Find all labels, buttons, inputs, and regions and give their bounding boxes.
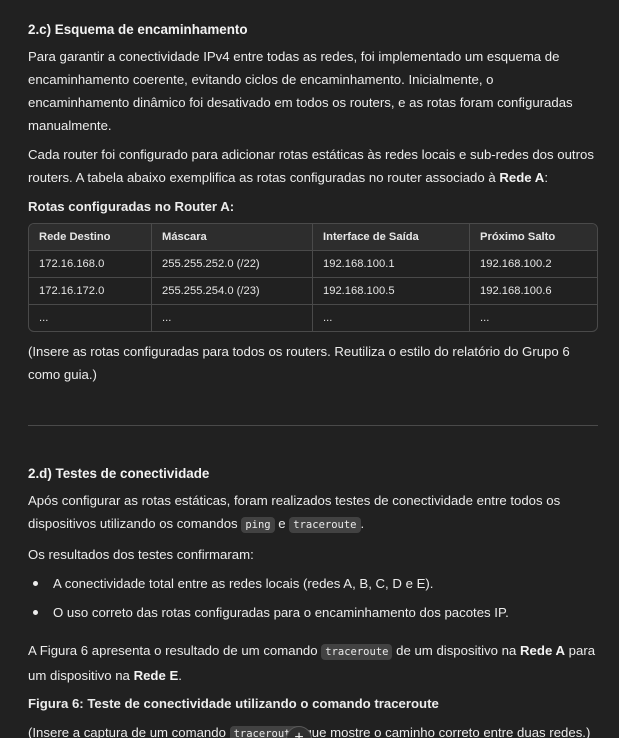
section-c-note: (Insere as rotas configuradas para todos… (28, 344, 570, 382)
text-fragment: e (274, 516, 290, 531)
table-row: 172.16.168.0 255.255.252.0 (/22) 192.168… (29, 251, 597, 278)
code-ping: ping (241, 517, 275, 533)
figure-paragraph: A Figura 6 apresenta o resultado de um c… (28, 639, 598, 687)
section-d-paragraph-1: Após configurar as rotas estáticas, fora… (28, 489, 598, 537)
bold-rede-a: Rede A (520, 643, 565, 658)
code-traceroute: traceroute (321, 644, 393, 660)
text-fragment: . (178, 668, 182, 683)
section-d-title: 2.d) Testes de conectividade (28, 466, 210, 481)
table-header-row: Rede Destino Máscara Interface de Saída … (29, 224, 597, 251)
header-interface-saida: Interface de Saída (313, 224, 470, 251)
table-cell: 172.16.168.0 (29, 251, 152, 278)
text-fragment: que mostre o caminho correto entre duas … (300, 725, 591, 738)
table-cell: ... (480, 312, 490, 324)
plus-icon: + (294, 729, 304, 738)
text-fragment: A Figura 6 apresenta o resultado de um c… (28, 643, 322, 658)
document-content: 2.c) Esquema de encaminhamento Para gara… (28, 20, 598, 738)
code-traceroute: traceroute (289, 517, 361, 533)
table-row: 172.16.172.0 255.255.254.0 (/23) 192.168… (29, 278, 597, 305)
text-fragment: . (360, 516, 365, 531)
text-fragment: : (544, 170, 548, 185)
table-cell: 192.168.100.6 (470, 278, 597, 305)
table-cell: 255.255.252.0 (/22) (152, 251, 313, 278)
header-mascara: Máscara (152, 224, 313, 251)
header-rede-destino: Rede Destino (29, 224, 152, 251)
text-fragment: (Insere a captura de um comando (28, 725, 230, 738)
header-proximo-salto: Próximo Salto (470, 224, 597, 251)
section-c-paragraph-2: Cada router foi configurado para adicion… (28, 143, 598, 189)
table-cell: ... (152, 305, 313, 331)
bold-rede-e: Rede E (133, 668, 179, 683)
table-cell: ... (29, 305, 152, 331)
routes-table: Rede Destino Máscara Interface de Saída … (28, 223, 598, 332)
results-intro: Os resultados dos testes confirmaram: (28, 547, 254, 562)
table-cell: 192.168.100.5 (313, 278, 470, 305)
table-cell: 255.255.254.0 (/23) (152, 278, 313, 305)
section-c-paragraph-1: Para garantir a conectividade IPv4 entre… (28, 49, 573, 133)
section-divider (28, 425, 598, 426)
section-c-title: 2.c) Esquema de encaminhamento (28, 22, 248, 37)
bold-rede-a: Rede A (499, 170, 545, 185)
results-list: A conectividade total entre as redes loc… (28, 572, 598, 624)
table-cell: 192.168.100.2 (470, 251, 597, 278)
table-caption: Rotas configuradas no Router A: (28, 199, 235, 214)
table-row: ... ... ... ... (29, 305, 597, 331)
table-cell: 192.168.100.1 (313, 251, 470, 278)
figure-caption: Figura 6: Teste de conectividade utiliza… (28, 696, 439, 711)
list-item: A conectividade total entre as redes loc… (28, 572, 598, 595)
section-d-note: (Insere a captura de um comando tracerou… (28, 721, 598, 738)
table-cell: 172.16.172.0 (29, 278, 152, 305)
list-item: O uso correto das rotas configuradas par… (28, 601, 598, 624)
table-cell: ... (313, 305, 470, 331)
text-fragment: de um dispositivo na (392, 643, 521, 658)
